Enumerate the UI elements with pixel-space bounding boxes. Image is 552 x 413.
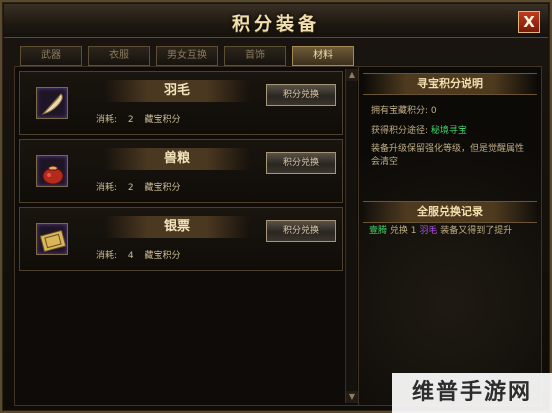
cost-value: 4 [127,251,134,261]
record-player: 壹腾 [369,226,388,236]
scroll-up-arrow-icon[interactable]: ▲ [346,69,358,81]
item-row-banknote: 银票 消耗: 4 藏宝积分 积分兑换 [19,207,343,271]
tab-gender-swap[interactable]: 男女互换 [156,46,218,66]
records-header: 全服兑换记录 [363,201,537,223]
exchange-button[interactable]: 积分兑换 [266,84,336,106]
item-name: 兽粮 [104,148,250,170]
close-button[interactable]: X [518,11,540,33]
item-cost: 消耗: 4 藏宝积分 [96,248,189,261]
site-watermark: 维普手游网 [392,373,552,413]
obtain-points: 获得积分途径: 秘境寻宝 [371,123,467,136]
obtain-label: 获得积分途径: [371,126,429,136]
title-bar: 积分装备 X [4,4,548,38]
cost-label: 消耗: [96,251,118,261]
obtain-link[interactable]: 秘境寻宝 [431,126,467,136]
tab-materials[interactable]: 材料 [292,46,354,66]
feather-icon[interactable] [36,87,68,119]
tab-jewelry[interactable]: 首饰 [224,46,286,66]
item-cost: 消耗: 2 藏宝积分 [96,180,189,193]
cost-unit: 藏宝积分 [144,251,181,261]
cost-value: 2 [127,183,134,193]
tab-clothes[interactable]: 衣服 [88,46,150,66]
item-name: 羽毛 [104,80,250,102]
item-list: 羽毛 消耗: 2 藏宝积分 积分兑换 兽粮 消耗: 2 藏宝积分 积分兑换 银票… [14,66,360,406]
item-row-feather: 羽毛 消耗: 2 藏宝积分 积分兑换 [19,71,343,135]
cost-label: 消耗: [96,115,118,125]
points-owned: 拥有宝藏积分: 0 [371,103,437,116]
exchange-button[interactable]: 积分兑换 [266,220,336,242]
record-text-2: 装备又得到了提升 [440,226,513,236]
exchange-button[interactable]: 积分兑换 [266,152,336,174]
item-name: 银票 [104,216,250,238]
scroll-down-arrow-icon[interactable]: ▼ [346,391,358,403]
record-item: 羽毛 [419,226,438,236]
record-text-1: 兑换 1 [389,226,417,236]
exchange-record: 壹腾 兑换 1 羽毛 装备又得到了提升 [369,225,535,238]
info-panel: 寻宝积分说明 拥有宝藏积分: 0 获得积分途径: 秘境寻宝 装备升级保留强化等级… [358,66,542,406]
cost-label: 消耗: [96,183,118,193]
points-owned-value: 0 [430,106,437,116]
window-title: 积分装备 [232,14,320,35]
item-cost: 消耗: 2 藏宝积分 [96,112,189,125]
equipment-window: 积分装备 X 武器 衣服 男女互换 首饰 材料 羽毛 消耗: 2 藏宝积分 积分… [0,0,552,413]
cost-unit: 藏宝积分 [144,183,181,193]
banknote-icon[interactable] [36,223,68,255]
tab-weapons[interactable]: 武器 [20,46,82,66]
upgrade-description: 装备升级保留强化等级，但是觉醒属性会清空 [371,144,525,167]
cost-value: 2 [127,115,134,125]
item-row-beast-food: 兽粮 消耗: 2 藏宝积分 积分兑换 [19,139,343,203]
category-tabs: 武器 衣服 男女互换 首饰 材料 [20,46,354,66]
points-owned-label: 拥有宝藏积分: [371,106,429,116]
cost-unit: 藏宝积分 [144,115,181,125]
points-info-header: 寻宝积分说明 [363,73,537,95]
list-scrollbar[interactable]: ▲ ▼ [345,69,358,403]
pouch-icon[interactable] [36,155,68,187]
